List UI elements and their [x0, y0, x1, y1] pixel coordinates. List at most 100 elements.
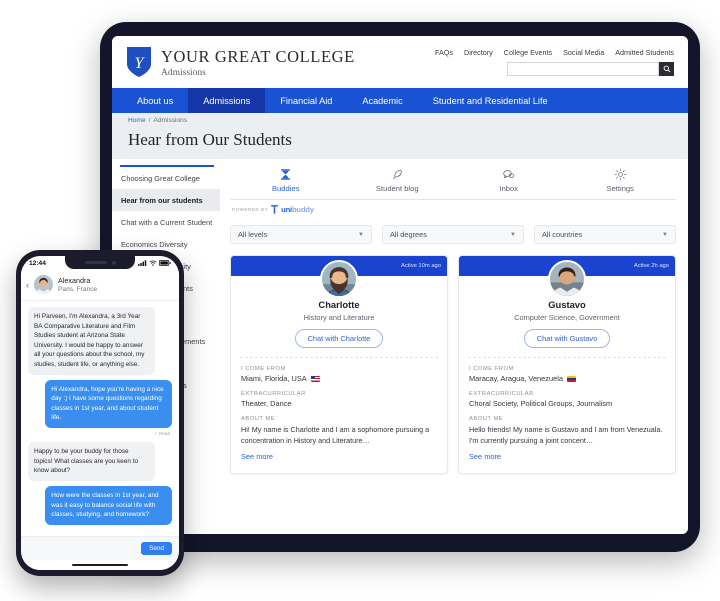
site-search	[435, 62, 674, 76]
chevron-down-icon: ▼	[662, 231, 668, 238]
phone-notch	[65, 256, 135, 269]
brand-lockup[interactable]: Y YOUR GREAT COLLEGE Admissions	[126, 46, 355, 78]
tab-student-blog-label: Student blog	[375, 184, 419, 193]
sidebar-item-chat-with-a-current-student[interactable]: Chat with a Current Student	[112, 211, 220, 233]
sidebar-item-hear-from-our-students[interactable]: Hear from our students	[112, 189, 220, 211]
feather-pen-icon	[342, 167, 454, 182]
filter-degrees-label: All degrees	[390, 230, 427, 239]
sidebar-item-choosing-great-college[interactable]: Choosing Great College	[112, 167, 220, 189]
chevron-down-icon: ▼	[510, 231, 516, 238]
see-more-link[interactable]: See more	[469, 452, 501, 461]
nav-item-about-us[interactable]: About us	[122, 88, 188, 113]
filter-countries[interactable]: All countries ▼	[534, 225, 676, 244]
chevron-left-icon[interactable]: ‹	[26, 280, 29, 290]
chat-with-buddy-button[interactable]: Chat with Gustavo	[523, 329, 611, 348]
utility-link-directory[interactable]: Directory	[464, 48, 493, 57]
breadcrumb-home[interactable]: Home	[128, 117, 146, 124]
brand-name: YOUR GREAT COLLEGE	[161, 46, 355, 66]
utility-link-social-media[interactable]: Social Media	[563, 48, 604, 57]
tab-buddies[interactable]: Buddies	[230, 167, 342, 199]
nav-item-academic[interactable]: Academic	[347, 88, 417, 113]
buddy-extracurricular: Choral Society, Political Groups, Journa…	[469, 399, 613, 408]
unibuddy-panel: Buddies Student blog Inbox Settings POWE…	[220, 159, 688, 534]
label-i-come-from: I COME FROM	[241, 366, 286, 372]
chat-header: ‹ Alexandra Paris, France	[21, 271, 179, 301]
nav-item-financial-aid[interactable]: Financial Aid	[265, 88, 347, 113]
earpiece-speaker	[84, 261, 107, 264]
utility-link-faqs[interactable]: FAQs	[435, 48, 453, 57]
page-content: Choosing Great College Hear from our stu…	[112, 159, 688, 534]
buddy-card-body: Gustavo Computer Science, Government Cha…	[459, 276, 675, 473]
filter-countries-label: All countries	[542, 230, 583, 239]
unibuddy-mark-icon	[271, 205, 279, 214]
chat-compose-bar[interactable]: Send	[21, 536, 179, 560]
buddy-major: History and Literature	[303, 313, 375, 322]
buddy-extracurricular: Theater, Dance	[241, 399, 292, 408]
tab-settings-label: Settings	[606, 184, 634, 193]
buddy-card-list: Active 10m ago Charlotte History and Lit…	[230, 255, 676, 475]
buddy-card-header: Active 10m ago	[231, 256, 447, 298]
home-indicator	[21, 560, 179, 570]
tab-inbox[interactable]: Inbox	[453, 167, 565, 199]
buddy-card[interactable]: Active 10m ago Charlotte History and Lit…	[230, 255, 448, 475]
buddy-home: Maracay, Aragua, Venezuela	[469, 374, 665, 383]
chat-with-buddy-button[interactable]: Chat with Charlotte	[294, 329, 384, 348]
tab-settings[interactable]: Settings	[565, 167, 677, 199]
read-receipt: ✓ Read	[153, 431, 170, 437]
utility-link-admitted-students[interactable]: Admitted Students	[615, 48, 674, 57]
front-camera-icon	[111, 260, 116, 265]
buddy-card[interactable]: Active 2h ago Gustavo Computer Science, …	[458, 255, 676, 475]
buddy-major: Computer Science, Government	[514, 313, 620, 322]
utility-link-college-events[interactable]: College Events	[504, 48, 552, 57]
buddy-home-text: Maracay, Aragua, Venezuela	[469, 374, 563, 383]
avatar	[34, 275, 53, 294]
brand-subtitle: Admissions	[161, 67, 206, 78]
phone-screen: 12:44 ‹ Alexandra Paris, France Hi Parve…	[21, 256, 179, 570]
phone-device-frame: 12:44 ‹ Alexandra Paris, France Hi Parve…	[16, 250, 184, 576]
chat-thread[interactable]: Hi Parveen, I'm Alexandra, a 3rd Year BA…	[21, 301, 179, 536]
chat-contact-location: Paris, France	[58, 286, 98, 293]
breadcrumb-separator: /	[148, 116, 151, 124]
filter-degrees[interactable]: All degrees ▼	[382, 225, 524, 244]
status-time: 12:44	[29, 260, 46, 267]
label-about-me: ABOUT ME	[469, 416, 504, 422]
buddy-card-body: Charlotte History and Literature Chat wi…	[231, 276, 447, 473]
active-status-badge: Active 2h ago	[633, 263, 669, 269]
tab-student-blog[interactable]: Student blog	[342, 167, 454, 199]
page-title: Hear from Our Students	[128, 130, 292, 149]
status-indicators	[138, 259, 171, 268]
gear-icon	[565, 167, 677, 182]
send-button[interactable]: Send	[141, 542, 172, 555]
chevron-down-icon: ▼	[358, 231, 364, 238]
label-extracurricular: EXTRACURRICULAR	[469, 391, 534, 397]
powered-by-label: POWERED BY	[232, 207, 269, 212]
nav-item-admissions[interactable]: Admissions	[188, 88, 266, 113]
cellular-signal-icon	[138, 259, 147, 268]
buddy-details: I COME FROM Maracay, Aragua, Venezuela E…	[468, 358, 666, 464]
unibuddy-wordmark: unibuddy	[281, 205, 314, 214]
label-extracurricular: EXTRACURRICULAR	[241, 391, 306, 397]
search-input[interactable]	[507, 62, 659, 76]
label-i-come-from: I COME FROM	[469, 366, 514, 372]
breadcrumb-current: Admissions	[153, 116, 188, 124]
chat-bubbles-icon	[453, 167, 565, 182]
active-status-badge: Active 10m ago	[401, 263, 441, 269]
filter-levels[interactable]: All levels ▼	[230, 225, 372, 244]
nav-item-student-residential-life[interactable]: Student and Residential Life	[418, 88, 563, 113]
buddy-name: Charlotte	[318, 299, 360, 310]
avatar	[548, 260, 586, 298]
chat-message-bubble: Hi Alexandra, hope you're having a nice …	[45, 379, 172, 429]
panel-tabs: Buddies Student blog Inbox Settings	[230, 167, 676, 200]
chat-message-bubble: Happy to be your buddy for those topics!…	[28, 442, 155, 481]
filter-row: All levels ▼ All degrees ▼ All countries…	[230, 225, 676, 244]
utility-links: FAQs Directory College Events Social Med…	[435, 48, 674, 57]
breadcrumb: Home / Admissions	[112, 113, 688, 127]
shield-crest-icon: Y	[126, 46, 152, 78]
us-flag-icon	[310, 375, 320, 382]
site-header: Y YOUR GREAT COLLEGE Admissions FAQs Dir…	[112, 36, 688, 88]
search-button[interactable]	[659, 62, 674, 76]
tab-inbox-label: Inbox	[499, 184, 519, 193]
search-icon	[663, 60, 671, 78]
see-more-link[interactable]: See more	[241, 452, 273, 461]
chat-contact-name: Alexandra	[58, 276, 91, 285]
